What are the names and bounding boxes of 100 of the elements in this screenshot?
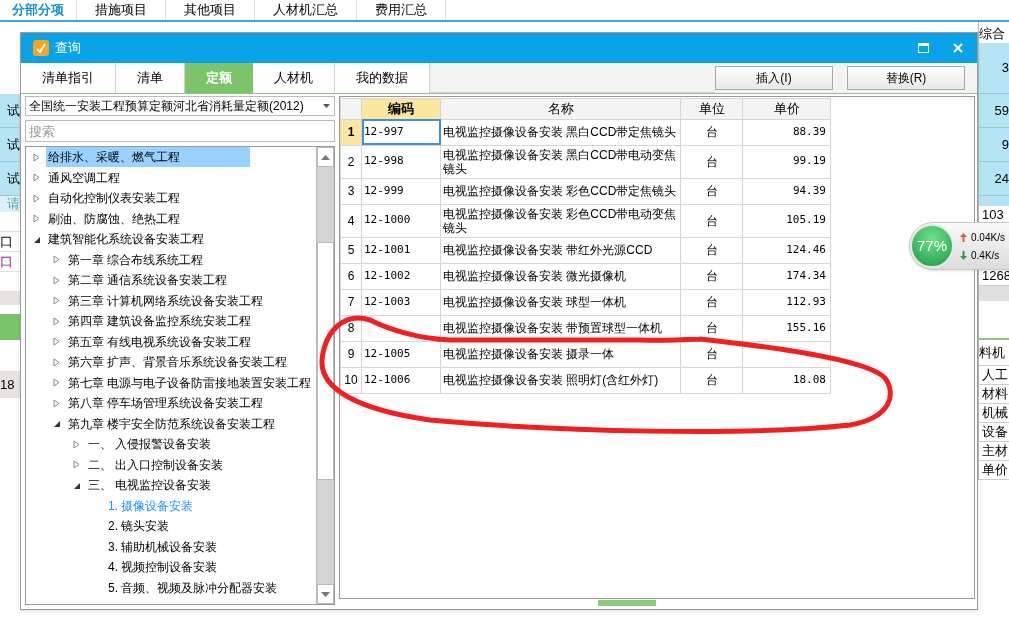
table-cell: 12-997 bbox=[361, 119, 441, 145]
table-cell: 台 bbox=[680, 204, 743, 237]
row-number[interactable]: 7 bbox=[340, 289, 362, 315]
table-cell: 174.34 bbox=[742, 263, 831, 289]
table-cell: 人工 bbox=[979, 366, 1009, 385]
row-number[interactable]: 9 bbox=[340, 341, 362, 367]
collapsed-icon[interactable] bbox=[73, 439, 81, 449]
upload-speed: 0.04K/s bbox=[971, 230, 1005, 245]
table-cell: 12-1003 bbox=[361, 289, 441, 315]
table-cell: 材料 bbox=[979, 385, 1009, 404]
tab[interactable]: 人材机 bbox=[253, 63, 335, 93]
tree-item[interactable]: 第五章 有线电视系统设备安装工程 bbox=[66, 331, 254, 352]
collapsed-icon[interactable] bbox=[53, 398, 61, 408]
button[interactable]: 替换(R) bbox=[847, 66, 965, 90]
collapsed-icon[interactable] bbox=[53, 378, 61, 388]
column-header[interactable]: 单价 bbox=[742, 98, 831, 119]
collapsed-icon[interactable] bbox=[53, 337, 61, 347]
tab[interactable]: 分部分项 bbox=[0, 0, 77, 20]
library-dropdown[interactable]: 全国统一安装工程预算定额河北省消耗量定额(2012) bbox=[25, 96, 335, 116]
table-cell: 试 bbox=[0, 94, 20, 128]
tree-item[interactable]: 建筑智能化系统设备安装工程 bbox=[46, 229, 206, 250]
tab[interactable]: 费用汇总 bbox=[357, 0, 446, 20]
table-cell: 88.39 bbox=[742, 119, 831, 145]
table-cell: 12-1005 bbox=[361, 341, 441, 367]
table-cell: 电视监控摄像设备安装 照明灯(含红外灯) bbox=[440, 367, 681, 393]
column-header[interactable]: 单位 bbox=[680, 98, 743, 119]
tree-item[interactable]: 第七章 电源与电子设备防雷接地装置安装工程 bbox=[66, 372, 314, 393]
tab[interactable]: 我的数据 bbox=[335, 63, 430, 93]
collapsed-icon[interactable] bbox=[53, 275, 61, 285]
cell-background bbox=[979, 196, 1009, 206]
table-cell: 试 bbox=[0, 162, 20, 196]
tab[interactable]: 人材机汇总 bbox=[255, 0, 357, 20]
collapsed-icon[interactable] bbox=[53, 357, 61, 367]
column-header[interactable]: 编码 bbox=[361, 98, 441, 119]
app-icon bbox=[33, 40, 49, 56]
collapsed-icon[interactable] bbox=[53, 296, 61, 306]
row-number[interactable]: 3 bbox=[340, 178, 362, 204]
row-number[interactable]: 6 bbox=[340, 263, 362, 289]
usage-gauge: 77% bbox=[910, 224, 954, 268]
row-number[interactable]: 4 bbox=[340, 204, 362, 237]
scroll-thumb[interactable] bbox=[317, 242, 334, 480]
collapsed-icon[interactable] bbox=[33, 152, 41, 162]
scroll-up-icon[interactable] bbox=[321, 154, 330, 160]
table-cell: 112.93 bbox=[742, 289, 831, 315]
table-cell: 电视监控摄像设备安装 摄录一体 bbox=[440, 341, 681, 367]
tab[interactable]: 清单 bbox=[116, 63, 185, 93]
tree-item[interactable]: 自动化控制仪表安装工程 bbox=[46, 188, 182, 209]
collapsed-icon[interactable] bbox=[53, 316, 61, 326]
row-number[interactable]: 1 bbox=[340, 119, 362, 145]
row-number[interactable]: 2 bbox=[340, 145, 362, 178]
table-cell: 59 bbox=[979, 94, 1009, 128]
table-cell: 94.39 bbox=[742, 178, 831, 204]
tree-item[interactable]: 给排水、采暖、燃气工程 bbox=[46, 147, 250, 168]
row-number[interactable]: 10 bbox=[340, 367, 362, 393]
window-title: 查询 bbox=[55, 39, 81, 58]
table-cell: 主材 bbox=[979, 442, 1009, 461]
close-icon[interactable] bbox=[953, 43, 963, 53]
tree-item[interactable]: 一、 入侵报警设备安装 bbox=[86, 434, 214, 455]
table-cell: 电视监控摄像设备安装 球型一体机 bbox=[440, 289, 681, 315]
tree-item[interactable]: 第六章 扩声、背景音乐系统设备安装工程 bbox=[66, 352, 290, 373]
table-cell: 12-1002 bbox=[361, 263, 441, 289]
dropdown-caret-icon bbox=[323, 104, 330, 108]
maximize-icon[interactable] bbox=[918, 43, 929, 53]
tree-item[interactable]: 2. 镜头安装 bbox=[106, 516, 172, 537]
tree-item[interactable]: 第一章 综合布线系统工程 bbox=[66, 249, 206, 270]
expanded-icon[interactable] bbox=[53, 419, 61, 429]
table-cell: 124.46 bbox=[742, 237, 831, 263]
collapsed-icon[interactable] bbox=[33, 214, 41, 224]
collapsed-icon[interactable] bbox=[73, 460, 81, 470]
tree-item[interactable]: 4. 视频控制设备安装 bbox=[106, 557, 220, 578]
collapsed-icon[interactable] bbox=[33, 193, 41, 203]
table-cell: 电视监控摄像设备安装 彩色CCD带电动变焦镜头 bbox=[440, 204, 681, 237]
table-cell: 单价 bbox=[979, 461, 1009, 480]
search-field[interactable]: 搜索 bbox=[25, 120, 335, 142]
tree-item[interactable]: 3. 辅助机械设备安装 bbox=[106, 536, 220, 557]
tree-item[interactable]: 三、 电视监控设备安装 bbox=[86, 475, 214, 496]
button[interactable]: 插入(I) bbox=[715, 66, 833, 90]
tree-item[interactable]: 刷油、防腐蚀、绝热工程 bbox=[46, 208, 182, 229]
splitter-handle[interactable] bbox=[598, 600, 656, 606]
tab[interactable]: 其他项目 bbox=[166, 0, 255, 20]
scrollbar[interactable] bbox=[316, 147, 334, 604]
collapsed-icon[interactable] bbox=[33, 173, 41, 183]
upload-arrow-icon bbox=[960, 232, 967, 242]
scroll-down-icon[interactable] bbox=[321, 591, 330, 597]
tree-item[interactable]: 二、 出入口控制设备安装 bbox=[86, 454, 226, 475]
tree-item[interactable]: 第八章 停车场管理系统设备安装工程 bbox=[66, 393, 266, 414]
table-cell: 12-1006 bbox=[361, 367, 441, 393]
collapsed-icon[interactable] bbox=[53, 255, 61, 265]
table-cell: 3 bbox=[979, 43, 1009, 94]
tree-item[interactable]: 第二章 通信系统设备安装工程 bbox=[66, 270, 230, 291]
column-header[interactable]: 名称 bbox=[440, 98, 681, 119]
tree-item[interactable]: 第三章 计算机网络系统设备安装工程 bbox=[66, 290, 266, 311]
row-number[interactable]: 5 bbox=[340, 237, 362, 263]
tab[interactable]: 清单指引 bbox=[21, 63, 116, 93]
table-cell: 12-1000 bbox=[361, 204, 441, 237]
tree-item[interactable]: 第四章 建筑设备监控系统安装工程 bbox=[66, 311, 254, 332]
tree-item[interactable]: 第九章 楼宇安全防范系统设备安装工程 bbox=[66, 413, 278, 434]
tab[interactable]: 措施项目 bbox=[77, 0, 166, 20]
tree-item[interactable]: 5. 音频、视频及脉冲分配器安装 bbox=[106, 577, 280, 598]
tree-item[interactable]: 通风空调工程 bbox=[46, 167, 122, 188]
